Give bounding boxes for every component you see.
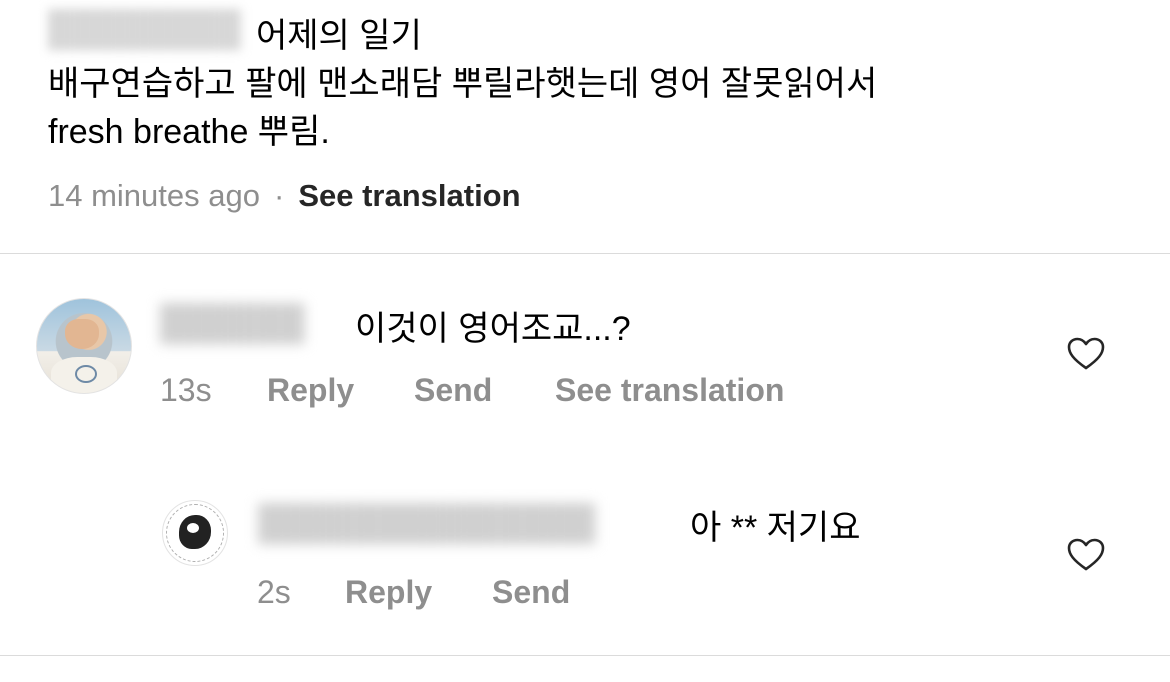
blurred-commenter-name: ██████████████ — [258, 504, 596, 542]
avatar[interactable] — [162, 500, 228, 566]
avatar-bear-print — [75, 365, 97, 383]
comment-text: 이것이 영어조교...? — [355, 310, 631, 348]
see-translation-link[interactable]: See translation — [555, 368, 784, 412]
comment-actions: 13s Reply Send See translation — [160, 368, 784, 412]
comment-timestamp: 2s — [257, 574, 291, 610]
post-timestamp: 14 minutes ago — [48, 178, 260, 213]
see-translation-link[interactable]: See translation — [298, 178, 520, 213]
comment-text: 아 ** 저기요 — [690, 509, 861, 547]
avatar-highlight — [187, 523, 199, 533]
meta-separator: · — [273, 178, 285, 213]
reply-button[interactable]: Reply — [345, 570, 492, 614]
avatar-hand — [65, 319, 99, 349]
send-button[interactable]: Send — [414, 368, 555, 412]
post-body-line: 배구연습하고 팔에 맨소래담 뿌릴라햇는데 영어 잘못읽어서 — [48, 65, 878, 103]
heart-outline-icon[interactable] — [1067, 337, 1105, 371]
send-button[interactable]: Send — [492, 570, 570, 614]
post-body: 배구연습하고 팔에 맨소래담 뿌릴라햇는데 영어 잘못읽어서 fresh bre… — [48, 60, 1128, 156]
divider — [0, 655, 1170, 656]
post-body-line: fresh breathe 뿌림. — [48, 113, 330, 151]
blurred-username: ████████ — [48, 10, 241, 48]
comment-actions: 2s Reply Send — [257, 570, 570, 614]
heart-outline-icon[interactable] — [1067, 538, 1105, 572]
reply-button[interactable]: Reply — [267, 368, 414, 412]
post-title: 어제의 일기 — [256, 17, 422, 55]
blurred-commenter-name: ██████ — [160, 304, 305, 342]
comment-timestamp: 13s — [160, 372, 212, 408]
avatar[interactable] — [36, 298, 132, 394]
divider — [0, 253, 1170, 254]
post-header: ████████ 어제의 일기 — [48, 6, 1128, 55]
post-meta: 14 minutes ago · See translation — [48, 174, 521, 218]
